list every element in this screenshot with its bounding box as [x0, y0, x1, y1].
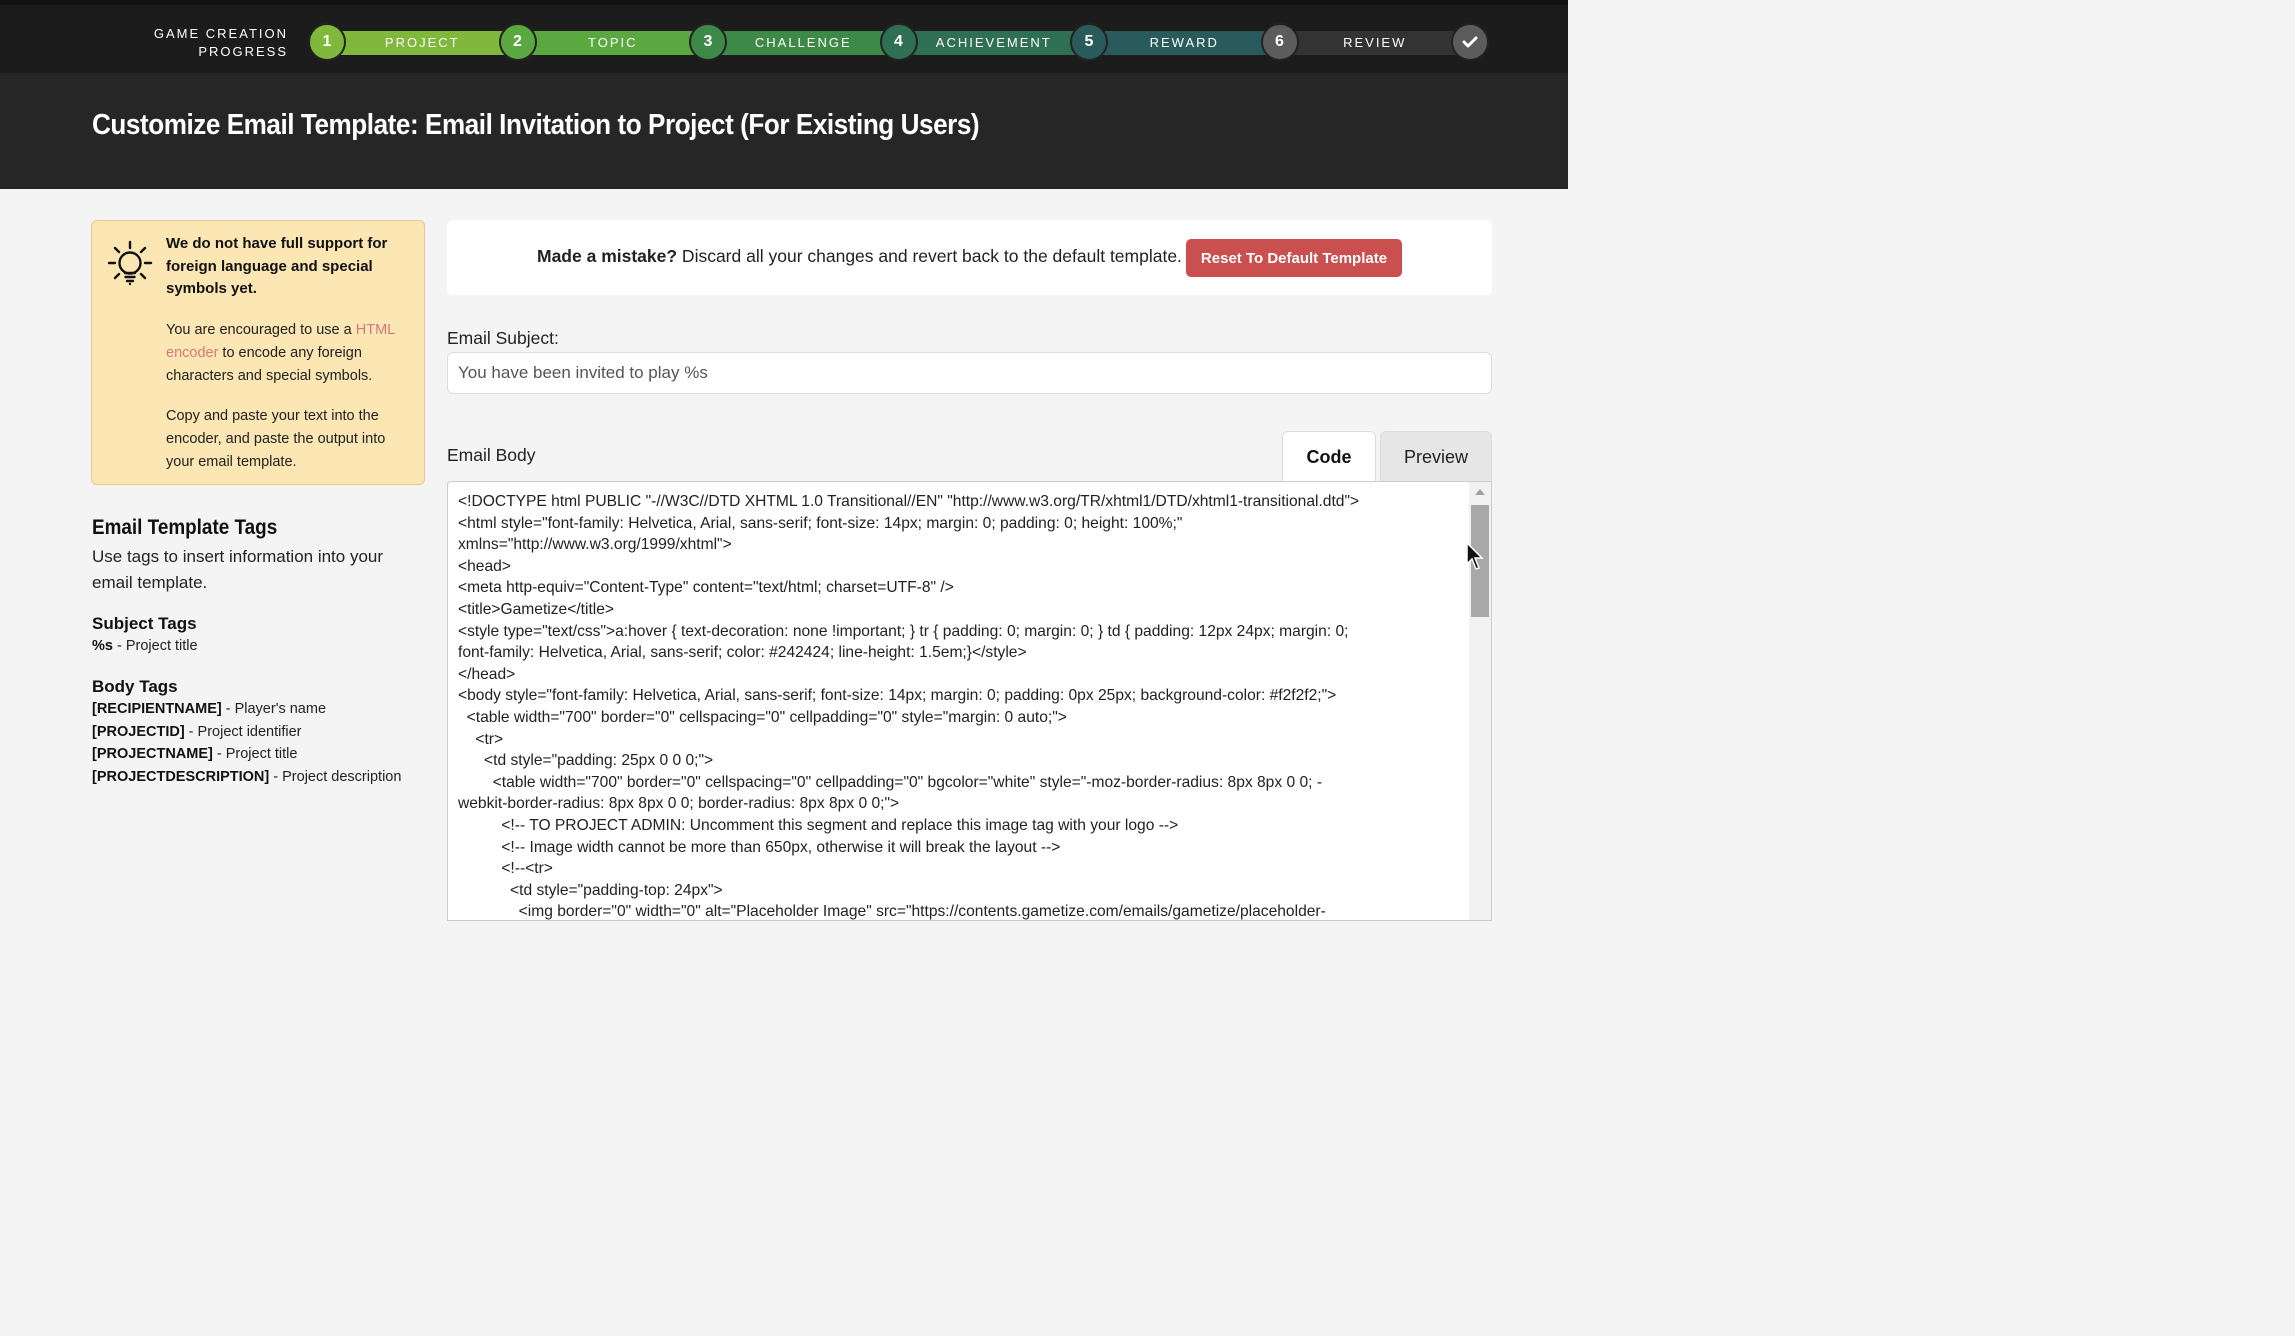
- body-tag-item: [PROJECTID] - Project identifier: [92, 724, 302, 740]
- page-title: Customize Email Template: Email Invitati…: [92, 109, 980, 141]
- progress-step-2-circle[interactable]: 2: [498, 23, 537, 61]
- tab-code[interactable]: Code: [1282, 431, 1376, 483]
- mistake-text: Discard all your changes and revert back…: [677, 246, 1182, 266]
- notice-paragraph-copy: Copy and paste your text into the encode…: [166, 408, 386, 470]
- notice-paragraph-encoder: You are encouraged to use a HTML encoder…: [166, 319, 414, 388]
- email-body-code-editor[interactable]: <!DOCTYPE html PUBLIC "-//W3C//DTD XHTML…: [447, 481, 1492, 921]
- progress-step-topic-label[interactable]: TOPIC: [517, 31, 708, 55]
- progress-label-line2: PROGRESS: [198, 44, 288, 59]
- email-subject-input[interactable]: [447, 352, 1492, 394]
- tag-code: [PROJECTNAME]: [92, 746, 213, 762]
- progress-step-3-circle[interactable]: 3: [689, 23, 727, 61]
- foreign-language-notice: We do not have full support for foreign …: [91, 220, 425, 485]
- email-subject-label: Email Subject:: [447, 328, 559, 348]
- tag-description: - Project identifier: [184, 724, 302, 740]
- progress-step-review-label[interactable]: REVIEW: [1279, 31, 1470, 55]
- body-tag-item: [PROJECTNAME] - Project title: [92, 746, 297, 762]
- checkmark-icon[interactable]: [1451, 23, 1489, 61]
- progress-step-reward-label[interactable]: REWARD: [1089, 31, 1280, 55]
- reset-to-default-button[interactable]: Reset To Default Template: [1186, 239, 1402, 277]
- progress-steps: PROJECT TOPIC CHALLENGE ACHIEVEMENT REWARD RE…: [308, 23, 1494, 65]
- notice-text: You are encouraged to use a: [166, 322, 356, 338]
- mistake-bold-text: Made a mistake?: [537, 246, 678, 266]
- progress-step-1-circle[interactable]: 1: [308, 23, 346, 61]
- notice-title: We do not have full support for foreign …: [166, 235, 388, 297]
- game-creation-progress-bar: GAME CREATION PROGRESS PROJECT TOPIC CHALL…: [0, 0, 1568, 73]
- tag-code: [PROJECTID]: [92, 724, 185, 740]
- tag-description: - Project description: [269, 769, 402, 785]
- email-body-code[interactable]: <!DOCTYPE html PUBLIC "-//W3C//DTD XHTML…: [458, 491, 1458, 920]
- body-tag-item: [PROJECTDESCRIPTION] - Project descripti…: [92, 769, 401, 785]
- tag-code: %s: [92, 638, 113, 654]
- tag-description: - Project title: [212, 746, 298, 762]
- progress-step-challenge-label[interactable]: CHALLENGE: [708, 31, 899, 55]
- subject-tags-heading: Subject Tags: [92, 614, 197, 633]
- scroll-up-arrow-icon[interactable]: [1475, 489, 1485, 495]
- tag-description: - Project title: [112, 638, 198, 654]
- tab-preview[interactable]: Preview: [1380, 431, 1492, 481]
- email-template-tags-title: Email Template Tags: [92, 516, 278, 539]
- reset-template-panel: Made a mistake? Discard all your changes…: [447, 220, 1492, 295]
- tag-code: [PROJECTDESCRIPTION]: [92, 769, 270, 785]
- page-header: Customize Email Template: Email Invitati…: [0, 73, 1568, 189]
- body-tags-heading: Body Tags: [92, 677, 178, 696]
- tag-description: - Player's name: [221, 701, 327, 717]
- progress-label-line1: GAME CREATION: [153, 26, 288, 41]
- progress-step-4-circle[interactable]: 4: [879, 23, 918, 61]
- mouse-cursor-icon: [1466, 542, 1484, 570]
- email-template-tags-description: Use tags to insert information into your…: [92, 547, 384, 592]
- progress-step-5-circle[interactable]: 5: [1070, 23, 1108, 61]
- tag-code: [RECIPIENTNAME]: [92, 701, 222, 717]
- progress-step-achievement-label[interactable]: ACHIEVEMENT: [898, 31, 1089, 55]
- body-tag-item: [RECIPIENTNAME] - Player's name: [92, 701, 326, 717]
- progress-label: GAME CREATION PROGRESS: [140, 25, 288, 61]
- subject-tag-item: %s - Project title: [92, 638, 198, 654]
- progress-step-project-label[interactable]: PROJECT: [327, 31, 518, 55]
- email-body-label: Email Body: [447, 445, 536, 465]
- progress-step-6-circle[interactable]: 6: [1260, 23, 1299, 61]
- reset-template-message: Made a mistake? Discard all your changes…: [537, 246, 1182, 267]
- lightbulb-icon: [107, 240, 153, 286]
